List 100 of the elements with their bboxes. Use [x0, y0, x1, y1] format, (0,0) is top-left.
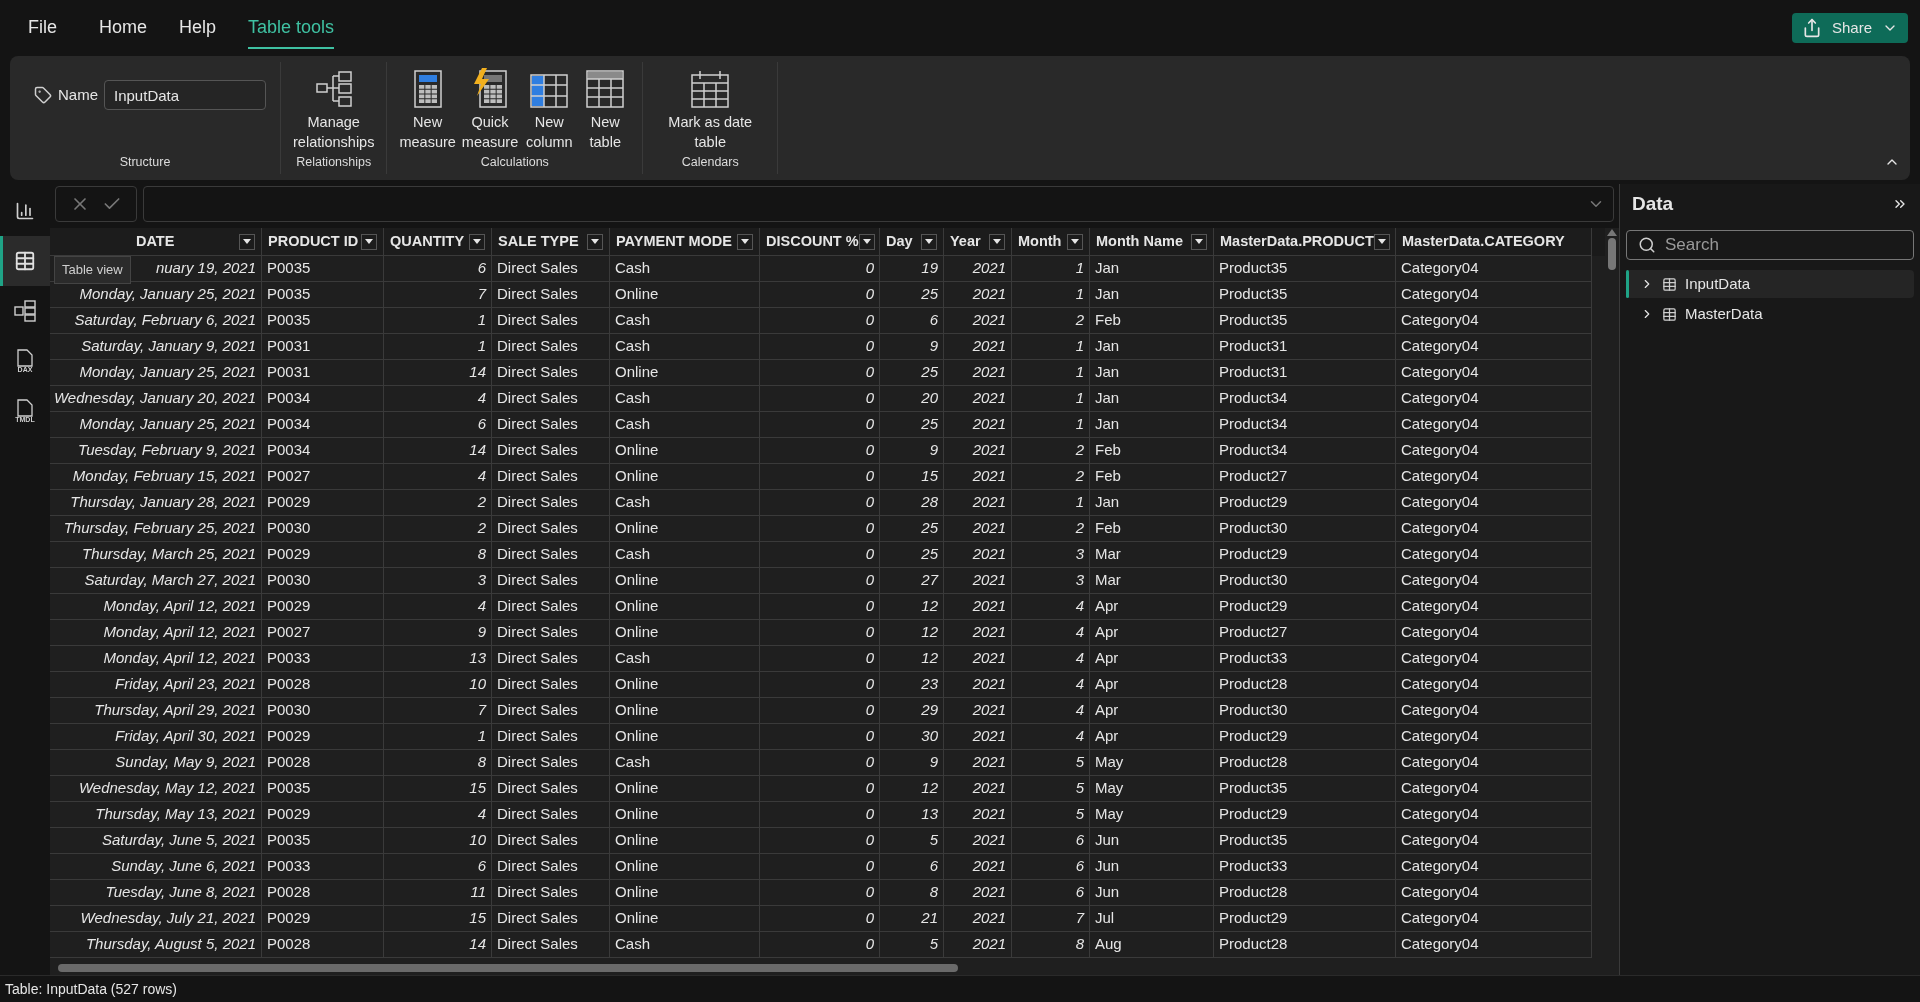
table-cell: 25	[880, 516, 944, 542]
column-header[interactable]: PRODUCT ID	[262, 228, 384, 256]
table-name-field[interactable]: InputData	[104, 80, 266, 110]
table-cell: Friday, April 23, 2021	[50, 672, 262, 698]
filter-dropdown-icon[interactable]	[469, 233, 485, 250]
table-cell: Cash	[610, 412, 760, 438]
table-cell: Category04	[1396, 256, 1592, 282]
formula-field[interactable]	[143, 186, 1614, 222]
filter-dropdown-icon[interactable]	[587, 233, 603, 250]
table-cell: Online	[610, 828, 760, 854]
table-cell: Direct Sales	[492, 334, 610, 360]
column-header[interactable]: Month Name	[1090, 228, 1214, 256]
column-header[interactable]: QUANTITY	[384, 228, 492, 256]
group-label: Calendars	[681, 154, 739, 172]
table-cell: 9	[880, 334, 944, 360]
scrollbar-thumb[interactable]	[1608, 238, 1616, 270]
table-cell: P0035	[262, 256, 384, 282]
table-cell: 2021	[944, 594, 1012, 620]
table-cell: Online	[610, 282, 760, 308]
ribbon-button[interactable]: Mark as date table	[653, 64, 768, 152]
filter-dropdown-icon[interactable]	[361, 233, 377, 250]
table-cell: 2021	[944, 750, 1012, 776]
table-cell: Product29	[1214, 802, 1396, 828]
column-header[interactable]: PAYMENT MODE	[610, 228, 760, 256]
table-cell: Product34	[1214, 438, 1396, 464]
table-cell: 0	[760, 594, 880, 620]
table-cell: P0029	[262, 802, 384, 828]
table-cell: 0	[760, 646, 880, 672]
ribbon-button[interactable]: New measure	[397, 64, 458, 152]
table-cell: Online	[610, 906, 760, 932]
filter-dropdown-icon[interactable]	[921, 233, 937, 250]
table-cell: Monday, January 25, 2021	[50, 412, 262, 438]
table-cell: 7	[384, 282, 492, 308]
table-cell: 7	[384, 698, 492, 724]
tree-item[interactable]: MasterData	[1626, 300, 1914, 328]
filter-dropdown-icon[interactable]	[858, 233, 875, 250]
ribbon-button[interactable]: Manage relationships	[291, 64, 377, 152]
column-header[interactable]: Year	[944, 228, 1012, 256]
table-cell: Monday, April 12, 2021	[50, 646, 262, 672]
table-cell: Category04	[1396, 802, 1592, 828]
column-header[interactable]: Month	[1012, 228, 1090, 256]
table-cell: P0029	[262, 906, 384, 932]
table-cell: 2021	[944, 646, 1012, 672]
table-cell: Product31	[1214, 360, 1396, 386]
menu-tab[interactable]: File	[28, 7, 57, 49]
menu-tab[interactable]: Help	[179, 7, 217, 49]
table-cell: 2021	[944, 542, 1012, 568]
table-cell: P0027	[262, 464, 384, 490]
filter-dropdown-icon[interactable]	[239, 233, 255, 250]
table-cell: Category04	[1396, 724, 1592, 750]
tree-item[interactable]: InputData	[1626, 270, 1914, 298]
table-cell: 27	[880, 568, 944, 594]
table-cell: Category04	[1396, 438, 1592, 464]
table-cell: 12	[880, 620, 944, 646]
table-cell: P0035	[262, 282, 384, 308]
table-cell: 0	[760, 256, 880, 282]
table-cell: Product29	[1214, 490, 1396, 516]
table-cell: Thursday, March 25, 2021	[50, 542, 262, 568]
table-cell: Direct Sales	[492, 282, 610, 308]
filter-dropdown-icon[interactable]	[737, 233, 753, 250]
filter-dropdown-icon[interactable]	[989, 233, 1005, 250]
search-field[interactable]: Search	[1626, 230, 1914, 260]
column-header[interactable]: MasterData.CATEGORY	[1396, 228, 1592, 256]
table-cell: 0	[760, 828, 880, 854]
table-cell: 2	[1012, 464, 1090, 490]
share-button[interactable]: Share	[1791, 13, 1908, 43]
table-cell: 2021	[944, 516, 1012, 542]
column-header[interactable]: Day	[880, 228, 944, 256]
menu-tab[interactable]: Home	[99, 7, 148, 49]
filter-dropdown-icon[interactable]	[1191, 233, 1207, 250]
table-cell: P0029	[262, 542, 384, 568]
table-cell: Jun	[1090, 828, 1214, 854]
column-header[interactable]: DISCOUNT %	[760, 228, 880, 256]
table-cell: Jan	[1090, 334, 1214, 360]
column-header[interactable]: DATE	[50, 228, 262, 256]
table-cell: 2021	[944, 672, 1012, 698]
filter-dropdown-icon[interactable]	[1373, 233, 1390, 250]
scroll-up-arrow-icon[interactable]	[1607, 228, 1617, 236]
table-cell: P0034	[262, 386, 384, 412]
view-switcher-button[interactable]	[0, 236, 50, 286]
ribbon-button[interactable]: New column	[522, 64, 577, 152]
table-cell: 11	[384, 880, 492, 906]
search-icon	[1638, 236, 1656, 254]
table-cell: Product27	[1214, 620, 1396, 646]
table-cell: Product30	[1214, 698, 1396, 724]
table-cell: 3	[1012, 542, 1090, 568]
table-cell: 29	[880, 698, 944, 724]
table-cell: Direct Sales	[492, 828, 610, 854]
table-cell: 10	[384, 828, 492, 854]
filter-dropdown-icon[interactable]	[1067, 233, 1083, 250]
column-header[interactable]: MasterData.PRODUCT	[1214, 228, 1396, 256]
table-cell: 2021	[944, 334, 1012, 360]
table-cell: Category04	[1396, 464, 1592, 490]
column-header[interactable]: SALE TYPE	[492, 228, 610, 256]
ribbon-button[interactable]: New table	[578, 64, 633, 152]
menu-tab[interactable]: Table tools	[248, 7, 335, 49]
ribbon-button[interactable]: Quick measure	[459, 64, 521, 152]
table-cell: Category04	[1396, 750, 1592, 776]
table-icon	[1662, 276, 1677, 292]
horizontal-scrollbar[interactable]	[50, 961, 1619, 975]
